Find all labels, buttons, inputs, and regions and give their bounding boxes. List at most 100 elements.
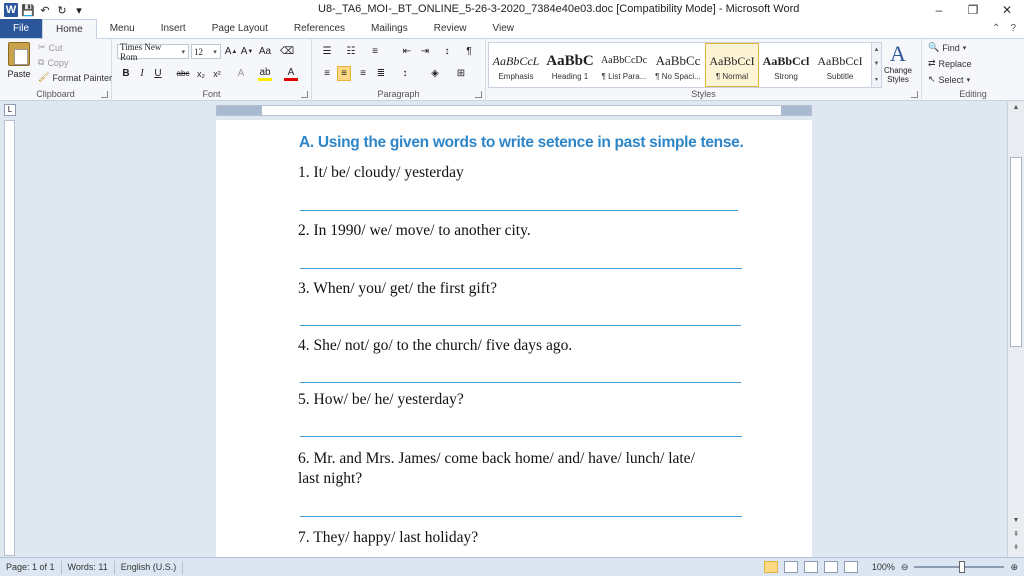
zoom-out-icon[interactable]: ⊖ xyxy=(901,562,909,573)
save-icon[interactable]: 💾 xyxy=(21,3,35,17)
clipboard-launcher-icon[interactable] xyxy=(101,91,108,98)
answer-line-1[interactable] xyxy=(300,210,738,211)
italic-icon[interactable]: I xyxy=(135,66,149,81)
collapse-ribbon-icon[interactable]: ⌃ xyxy=(992,23,1000,34)
paste-button[interactable]: Paste xyxy=(6,42,32,86)
strikethrough-icon[interactable]: abc xyxy=(176,66,190,81)
tab-review[interactable]: Review xyxy=(421,19,480,38)
change-styles-button[interactable]: A Change Styles xyxy=(878,42,918,85)
style-subtitle[interactable]: AaBbCcI Subtitle xyxy=(813,43,867,87)
answer-line-5[interactable] xyxy=(300,436,742,437)
multilevel-list-icon[interactable]: ≡ xyxy=(368,44,382,59)
font-size-combo[interactable]: 12 ▾ xyxy=(191,44,221,59)
zoom-in-icon[interactable]: ⊕ xyxy=(1010,562,1018,573)
select-button[interactable]: ↖ Select ▾ xyxy=(928,74,970,85)
language-indicator[interactable]: English (U.S.) xyxy=(115,560,184,574)
vertical-scrollbar[interactable]: ▲ ▼ ⇞ ⇟ xyxy=(1007,102,1024,557)
draft-view-icon[interactable] xyxy=(843,561,858,573)
show-formatting-icon[interactable]: ¶ xyxy=(462,44,476,59)
scroll-thumb[interactable] xyxy=(1010,157,1022,347)
answer-line-2[interactable] xyxy=(300,268,742,269)
tab-file[interactable]: File xyxy=(0,19,42,38)
answer-line-3[interactable] xyxy=(300,325,741,326)
sort-icon[interactable]: ↕ xyxy=(440,44,454,59)
change-case-icon[interactable]: Aa xyxy=(258,44,272,59)
copy-button[interactable]: ⧉ Copy xyxy=(38,57,68,68)
zoom-slider-thumb[interactable] xyxy=(959,561,966,573)
print-layout-view-icon[interactable] xyxy=(763,561,778,573)
tab-home[interactable]: Home xyxy=(42,19,97,39)
cut-button[interactable]: ✂ Cut xyxy=(38,42,63,53)
style-heading-1[interactable]: AaBbC Heading 1 xyxy=(543,43,597,87)
more-styles-icon[interactable]: ▾ xyxy=(875,76,878,83)
line-spacing-icon[interactable]: ↕ xyxy=(398,66,412,81)
next-page-icon[interactable]: ⇟ xyxy=(1010,543,1022,555)
zoom-slider[interactable] xyxy=(914,561,1005,573)
grow-font-icon[interactable]: A ▲ xyxy=(224,44,238,59)
vertical-ruler[interactable] xyxy=(4,120,15,556)
close-button[interactable]: ✕ xyxy=(990,0,1024,20)
outline-view-icon[interactable] xyxy=(823,561,838,573)
minimize-button[interactable]: – xyxy=(922,0,956,20)
bold-icon[interactable]: B xyxy=(119,66,133,81)
scroll-up-arrow-icon[interactable]: ▲ xyxy=(1010,104,1022,116)
borders-icon[interactable]: ⊞ xyxy=(454,66,468,81)
full-screen-reading-view-icon[interactable] xyxy=(783,561,798,573)
style-emphasis[interactable]: AaBbCcL Emphasis xyxy=(489,43,543,87)
customize-qat-icon[interactable]: ▾ xyxy=(72,3,86,17)
superscript-icon[interactable]: x² xyxy=(210,66,224,81)
tab-insert[interactable]: Insert xyxy=(148,19,199,38)
tab-selector-icon[interactable]: L xyxy=(4,104,16,116)
clear-formatting-icon[interactable]: ⌫ xyxy=(280,44,294,59)
style-no-spacing[interactable]: AaBbCc ¶ No Spaci... xyxy=(651,43,705,87)
increase-indent-icon[interactable]: ⇥ xyxy=(418,44,432,59)
tab-references[interactable]: References xyxy=(281,19,358,38)
web-layout-view-icon[interactable] xyxy=(803,561,818,573)
tab-menu[interactable]: Menu xyxy=(97,19,148,38)
style-strong[interactable]: AaBbCcl Strong xyxy=(759,43,813,87)
answer-line-4[interactable] xyxy=(300,382,741,383)
word-logo-icon[interactable]: W xyxy=(4,3,18,17)
subscript-icon[interactable]: x₂ xyxy=(194,66,208,81)
font-name-combo[interactable]: Times New Rom ▾ xyxy=(117,42,189,62)
justify-icon[interactable]: ≣ xyxy=(374,66,388,81)
zoom-level[interactable]: 100% xyxy=(872,562,895,572)
redo-icon[interactable]: ↻ xyxy=(55,3,69,17)
style-list-paragraph[interactable]: AaBbCcDc ¶ List Para... xyxy=(597,43,651,87)
scroll-down-arrow-icon[interactable]: ▼ xyxy=(1010,517,1022,529)
tab-page-layout[interactable]: Page Layout xyxy=(199,19,281,38)
answer-line-6[interactable] xyxy=(300,516,742,517)
decrease-indent-icon[interactable]: ⇤ xyxy=(400,44,414,59)
underline-icon[interactable]: U xyxy=(151,66,165,81)
find-button[interactable]: 🔍 Find ▾ xyxy=(928,42,966,53)
font-color-icon[interactable]: A xyxy=(284,66,298,81)
undo-icon[interactable]: ↶ xyxy=(38,3,52,17)
scroll-up-icon[interactable]: ▲ xyxy=(874,47,880,53)
align-right-icon[interactable]: ≡ xyxy=(356,66,370,81)
style-normal[interactable]: AaBbCcI ¶ Normal xyxy=(705,43,759,87)
page-count[interactable]: Page: 1 of 1 xyxy=(0,560,62,574)
highlight-icon[interactable]: ab xyxy=(258,66,272,81)
word-count[interactable]: Words: 11 xyxy=(62,560,115,574)
format-painter-button[interactable]: 🖌 Format Painter xyxy=(38,72,112,83)
previous-page-icon[interactable]: ⇞ xyxy=(1010,530,1022,542)
styles-launcher-icon[interactable] xyxy=(911,91,918,98)
shrink-font-icon[interactable]: A ▼ xyxy=(240,44,254,59)
replace-button[interactable]: ⇄ Replace xyxy=(928,58,972,69)
align-center-icon[interactable]: ≡ xyxy=(337,66,351,81)
document-page[interactable]: A. Using the given words to write setenc… xyxy=(216,120,812,557)
restore-button[interactable]: ❐ xyxy=(956,0,990,20)
shading-icon[interactable]: ◈ xyxy=(428,66,442,81)
scroll-down-icon[interactable]: ▼ xyxy=(874,61,880,67)
numbering-icon[interactable]: ☷ xyxy=(344,44,358,59)
font-launcher-icon[interactable] xyxy=(301,91,308,98)
tab-view[interactable]: View xyxy=(480,19,528,38)
align-left-icon[interactable]: ≡ xyxy=(320,66,334,81)
horizontal-ruler[interactable] xyxy=(216,105,812,116)
text-effects-icon[interactable]: A xyxy=(234,66,248,81)
styles-gallery-scroll[interactable]: ▲ ▼ ▾ xyxy=(872,42,882,88)
paragraph-launcher-icon[interactable] xyxy=(475,91,482,98)
bullets-icon[interactable]: ☰ xyxy=(320,44,334,59)
tab-mailings[interactable]: Mailings xyxy=(358,19,421,38)
help-icon[interactable]: ? xyxy=(1010,23,1016,34)
